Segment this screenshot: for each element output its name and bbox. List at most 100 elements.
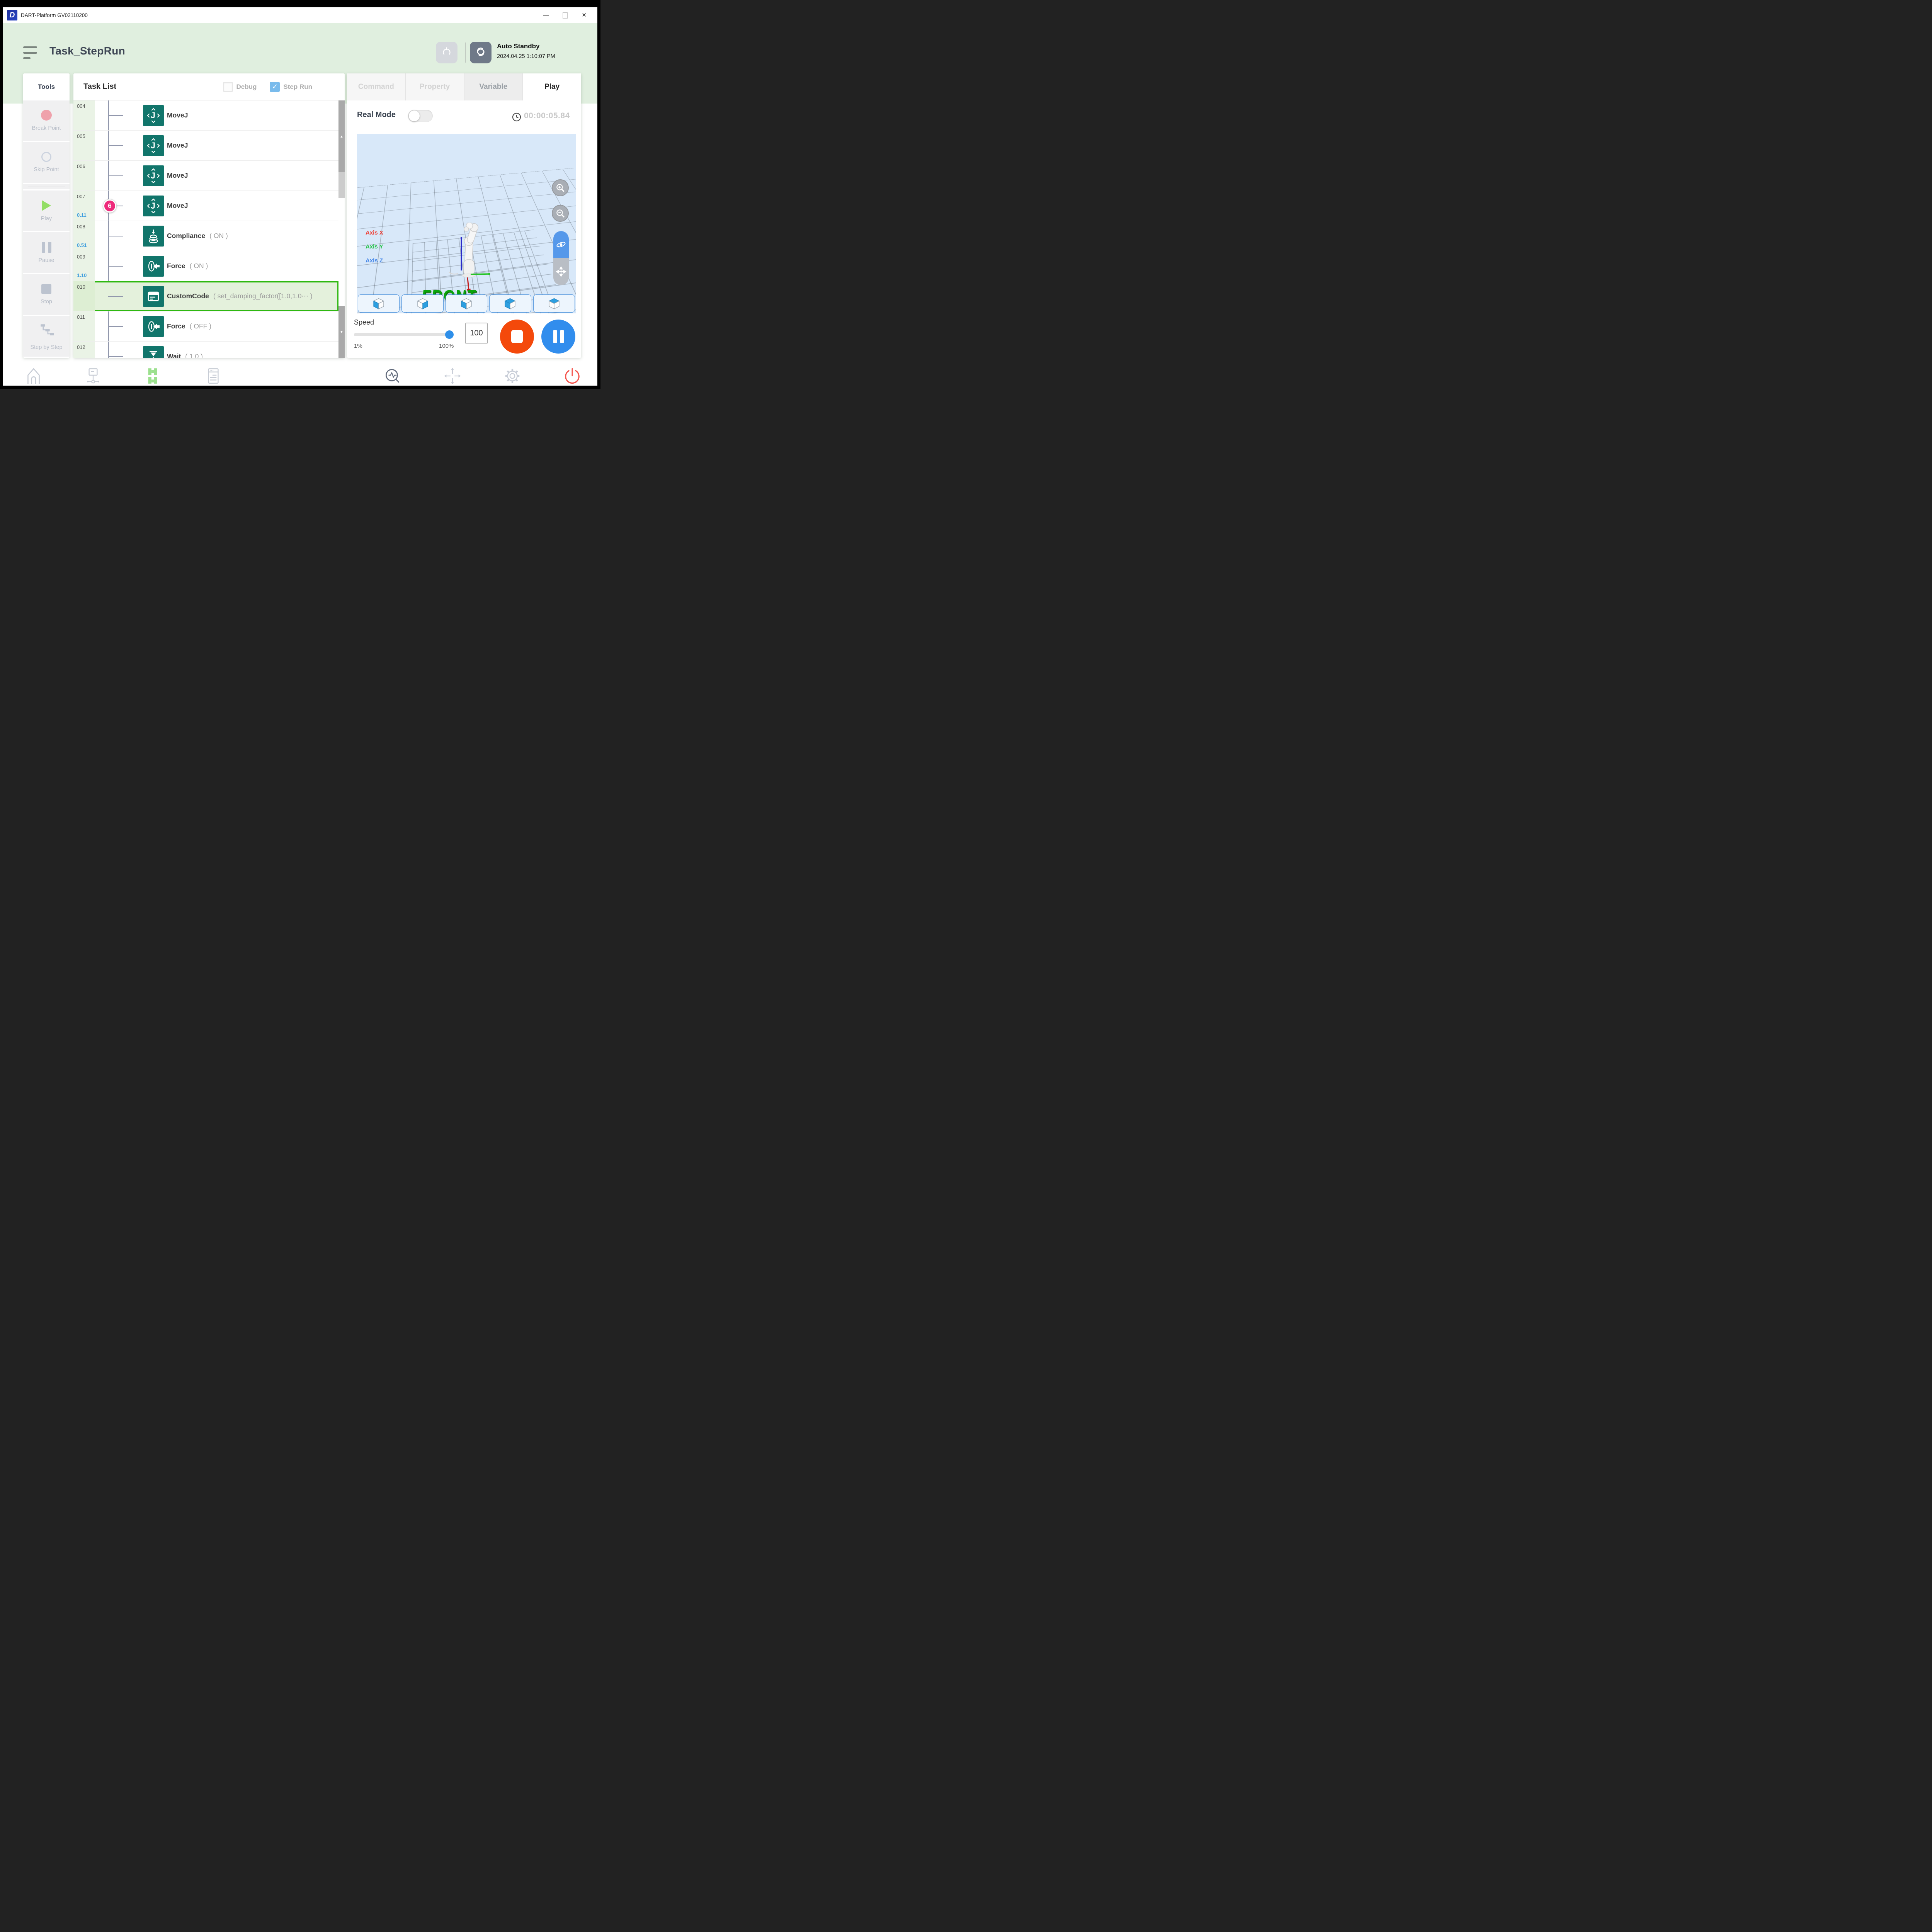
zoom-out-button[interactable] bbox=[552, 205, 569, 222]
svg-text:J: J bbox=[151, 171, 155, 180]
clock-icon bbox=[512, 112, 522, 124]
servo-state-button[interactable] bbox=[470, 42, 492, 63]
nav-power[interactable]: Power bbox=[539, 365, 597, 386]
task-list-scrollbar: ▲ ▼ bbox=[338, 100, 345, 358]
play-button[interactable]: Play bbox=[23, 190, 70, 231]
pause-button[interactable]: Pause bbox=[23, 232, 70, 273]
svg-text:J: J bbox=[151, 111, 155, 120]
skip-point-icon bbox=[41, 152, 51, 162]
task-list-title: Task List bbox=[83, 82, 116, 91]
task-row[interactable]: 011 Force( OFF ) bbox=[73, 311, 338, 342]
debug-checkbox[interactable] bbox=[223, 82, 233, 92]
tab-property[interactable]: Property bbox=[406, 73, 464, 100]
speed-label: Speed bbox=[354, 318, 374, 327]
view-cube-iso-button[interactable] bbox=[489, 294, 531, 313]
menu-icon[interactable] bbox=[23, 46, 37, 60]
rotate-view-button[interactable] bbox=[553, 231, 569, 258]
skip-point-button[interactable]: Skip Point bbox=[23, 142, 70, 183]
nav-workcell-manager[interactable]: Workcell Manager bbox=[60, 365, 126, 386]
pause-icon bbox=[42, 242, 51, 253]
force-icon bbox=[143, 256, 164, 277]
task-row-selected[interactable]: 010 CustomCode( set_damping_factor([1.0,… bbox=[73, 281, 338, 311]
step-by-step-button[interactable]: Step by Step bbox=[23, 316, 70, 357]
stop-button[interactable]: Stop bbox=[23, 274, 70, 315]
pan-view-button[interactable] bbox=[553, 258, 569, 285]
speed-value-input[interactable] bbox=[465, 323, 488, 344]
maximize-button[interactable] bbox=[563, 12, 568, 19]
break-point-icon bbox=[41, 110, 52, 121]
break-point-button[interactable]: Break Point bbox=[23, 100, 70, 141]
step-run-checkbox-group[interactable]: ✓ Step Run bbox=[270, 82, 312, 92]
movej-icon: J bbox=[143, 135, 164, 156]
task-row[interactable]: 009 1.10 Force( ON ) bbox=[73, 251, 338, 281]
speed-slider[interactable] bbox=[354, 333, 449, 336]
run-stop-button[interactable] bbox=[500, 320, 534, 354]
tools-panel: Tools Break Point Skip Point Play Pause … bbox=[23, 73, 70, 358]
run-timer: 00:00:05.84 bbox=[524, 111, 570, 121]
view-cube-right-button[interactable] bbox=[401, 294, 443, 313]
view-control-pill bbox=[553, 231, 569, 285]
nav-status[interactable]: Status bbox=[360, 365, 425, 386]
nav-task-builder[interactable]: Task Builder bbox=[120, 365, 186, 386]
robot-state-text: Auto Standby bbox=[497, 43, 540, 50]
task-row[interactable]: 004 J MoveJ bbox=[73, 100, 338, 131]
scroll-down-button[interactable]: ▼ bbox=[338, 306, 345, 358]
step-run-checkbox[interactable]: ✓ bbox=[270, 82, 280, 92]
tab-variable[interactable]: Variable bbox=[464, 73, 523, 100]
wait-icon bbox=[143, 346, 164, 358]
3d-viewport[interactable]: Axis X Axis Y Axis Z FRONT bbox=[357, 134, 576, 313]
task-writer-icon bbox=[180, 365, 246, 386]
minimize-button[interactable]: — bbox=[543, 12, 549, 18]
nav-task-writer[interactable]: Task Writer bbox=[180, 365, 246, 386]
bottom-nav: Home Workcell Manager Task Builder Task … bbox=[3, 363, 597, 386]
view-cube-top-button[interactable] bbox=[533, 294, 575, 313]
nav-setting[interactable]: Setting bbox=[480, 365, 545, 386]
view-preset-row bbox=[358, 294, 575, 313]
run-pause-button[interactable] bbox=[541, 320, 575, 354]
debug-checkbox-group[interactable]: Debug bbox=[223, 82, 257, 92]
svg-text:J: J bbox=[151, 201, 155, 211]
speed-max-label: 100% bbox=[439, 343, 454, 349]
window-title: DART-Platform GV02110200 bbox=[21, 12, 88, 18]
tools-title: Tools bbox=[23, 73, 70, 100]
jog-icon bbox=[420, 365, 485, 386]
speed-slider-knob[interactable] bbox=[445, 330, 454, 339]
task-row[interactable]: 008 0.51 Compliance( ON ) bbox=[73, 221, 338, 251]
task-row[interactable]: 005 J MoveJ bbox=[73, 131, 338, 161]
svg-text:J: J bbox=[151, 141, 155, 150]
tools-divider bbox=[23, 184, 70, 189]
window-frame: D DART-Platform GV02110200 — ✕ Task_Step… bbox=[0, 0, 600, 389]
nav-jog[interactable]: Jog bbox=[420, 365, 485, 386]
nav-home[interactable]: Home bbox=[3, 365, 66, 386]
power-icon bbox=[539, 365, 597, 386]
compliance-icon bbox=[143, 226, 164, 247]
tab-play[interactable]: Play bbox=[523, 73, 581, 100]
task-row[interactable]: 007 0.11 6 J MoveJ bbox=[73, 191, 338, 221]
real-mode-toggle[interactable] bbox=[408, 110, 433, 122]
task-rows: 004 J MoveJ 005 J MoveJ bbox=[73, 100, 338, 358]
task-row[interactable]: 006 J MoveJ bbox=[73, 161, 338, 191]
axis-x-label: Axis X bbox=[366, 230, 383, 236]
axis-z-label: Axis Z bbox=[366, 257, 383, 264]
setting-icon bbox=[480, 365, 545, 386]
zoom-in-button[interactable] bbox=[552, 179, 569, 196]
view-cube-left-button[interactable] bbox=[446, 294, 487, 313]
robot-model-button[interactable] bbox=[436, 42, 457, 63]
datetime-text: 2024.04.25 1:10:07 PM bbox=[497, 53, 555, 60]
pause-icon bbox=[553, 330, 557, 343]
tab-command[interactable]: Command bbox=[347, 73, 406, 100]
workcell-manager-icon bbox=[60, 365, 126, 386]
task-row[interactable]: 012 Wait( 1.0 ) bbox=[73, 342, 338, 358]
scrollbar-thumb[interactable] bbox=[338, 172, 345, 198]
home-icon bbox=[3, 365, 66, 386]
stop-icon bbox=[41, 284, 51, 294]
header-divider bbox=[465, 43, 466, 63]
play-icon bbox=[42, 200, 51, 211]
step-by-step-icon bbox=[38, 322, 55, 340]
close-button[interactable]: ✕ bbox=[582, 12, 587, 18]
movej-icon: J bbox=[143, 196, 164, 216]
scroll-up-button[interactable]: ▲ bbox=[338, 100, 345, 172]
view-cube-front-button[interactable] bbox=[358, 294, 400, 313]
custom-code-icon bbox=[143, 286, 164, 307]
movej-icon: J bbox=[143, 165, 164, 186]
